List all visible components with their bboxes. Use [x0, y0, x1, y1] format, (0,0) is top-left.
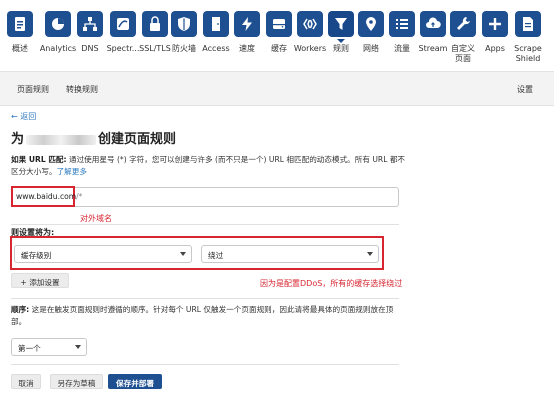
- cloud-upload-icon: [426, 17, 441, 28]
- setting-value-select[interactable]: 绕过: [201, 245, 379, 263]
- chevron-down-icon: [367, 252, 373, 256]
- tab-transform-rules[interactable]: 转换规则: [66, 84, 98, 95]
- redacted-domain: [26, 134, 97, 145]
- overview-doc-icon: [15, 17, 25, 31]
- chevron-down-icon: [75, 345, 81, 349]
- url-pattern-value: www.baidu.com: [16, 192, 77, 201]
- setting-value-select-value: 绕过: [208, 251, 224, 260]
- order-label: 顺序:: [11, 305, 30, 314]
- tab-settings[interactable]: 设置: [517, 84, 533, 95]
- order-description: 顺序: 这是在触发页面规则时遵循的顺序。针对每个 URL 仅触发一个页面规则，因…: [11, 304, 406, 328]
- setting-select-value: 缓存级别: [21, 251, 52, 260]
- list-icon: [396, 19, 408, 29]
- add-setting-button[interactable]: + 添加设置: [11, 273, 69, 288]
- nav-scrape-shield-label: Scrape Shield: [514, 44, 542, 63]
- lightning-icon: [242, 17, 252, 31]
- filter-icon: [335, 18, 347, 30]
- divider: [11, 364, 399, 365]
- annotation-domain: 对外域名: [80, 214, 112, 223]
- sub-navigation: 页面规则 转换规则 设置: [0, 72, 554, 106]
- url-wildcard: /*: [76, 192, 83, 201]
- shield-icon: [178, 17, 190, 31]
- plus-icon: [489, 18, 501, 30]
- wrench-icon: [457, 17, 470, 30]
- order-select[interactable]: 第一个: [11, 338, 87, 356]
- annotation-cache: 因为是配置DDoS，所有的缓存选择绕过: [260, 279, 403, 288]
- tab-page-rules[interactable]: 页面规则: [17, 84, 49, 95]
- pie-chart-icon: [52, 18, 64, 30]
- order-help: 这是在触发页面规则时遵循的顺序。针对每个 URL 仅触发一个页面规则，因此请将最…: [11, 305, 394, 326]
- drive-icon: [273, 19, 285, 29]
- document-icon: [523, 17, 533, 31]
- door-icon: [212, 17, 220, 31]
- workers-icon: [303, 18, 317, 30]
- location-pin-icon: [366, 17, 376, 31]
- title-prefix: 为: [11, 132, 25, 147]
- setting-select[interactable]: 缓存级别: [14, 245, 192, 263]
- spectrum-icon: [117, 18, 129, 30]
- nav-scrape-shield[interactable]: Scrape Shield: [508, 11, 548, 64]
- chevron-down-icon: [180, 252, 186, 256]
- cancel-button[interactable]: 取消: [11, 374, 41, 389]
- nav-overview[interactable]: 概述: [0, 11, 40, 54]
- page-title: 为 创建页面规则: [11, 128, 176, 147]
- order-select-value: 第一个: [18, 344, 41, 353]
- top-toolbar: 概述 Analytics DNS Spectr... SSL/TLS 防火墙 A…: [0, 0, 554, 72]
- lock-icon: [150, 16, 160, 31]
- url-match-description: 如果 URL 匹配: 通过使用星号 (*) 字符，您可以创建与许多 (而不只是一…: [11, 154, 406, 178]
- url-match-label: 如果 URL 匹配:: [11, 155, 67, 164]
- back-link[interactable]: ← 返回: [11, 111, 36, 122]
- nav-overview-label: 概述: [12, 44, 28, 53]
- divider: [11, 298, 399, 299]
- network-icon: [83, 17, 97, 31]
- divider: [11, 224, 399, 225]
- nav-custom-pages-label: 自定义页面: [451, 44, 475, 63]
- save-draft-button[interactable]: 另存为草稿: [50, 374, 103, 389]
- save-deploy-button[interactable]: 保存并部署: [108, 374, 162, 389]
- learn-more-link[interactable]: 了解更多: [57, 167, 87, 176]
- title-suffix: 创建页面规则: [98, 132, 177, 147]
